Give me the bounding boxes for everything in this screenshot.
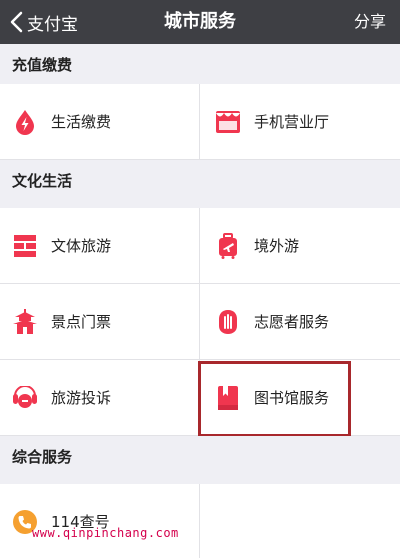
service-label: 志愿者服务 — [254, 313, 330, 331]
chevron-left-icon — [10, 11, 23, 33]
service-item-culture-tourism[interactable]: 文体旅游 — [0, 208, 200, 283]
service-row: 旅游投诉 图书馆服务 — [0, 360, 400, 436]
service-item-114-lookup[interactable]: 114查号 — [0, 484, 200, 558]
service-item-scenic-tickets[interactable]: 景点门票 — [0, 284, 200, 359]
service-label: 境外游 — [254, 237, 300, 255]
service-label: 图书馆服务 — [254, 389, 330, 407]
service-label: 景点门票 — [51, 313, 112, 331]
book-icon — [215, 385, 241, 411]
raised-hand-icon — [215, 309, 241, 335]
service-label: 手机营业厅 — [254, 113, 330, 131]
service-row: 生活缴费 手机营业厅 — [0, 84, 400, 160]
section-header-recharge: 充值缴费 — [0, 44, 400, 84]
share-button[interactable]: 分享 — [354, 0, 386, 44]
back-label: 支付宝 — [27, 14, 78, 35]
service-label: 旅游投诉 — [51, 389, 112, 407]
service-item-volunteer[interactable]: 志愿者服务 — [200, 284, 400, 359]
back-button[interactable]: 支付宝 — [10, 0, 78, 44]
drop-lightning-icon — [12, 109, 38, 135]
service-row: 景点门票 志愿者服务 — [0, 284, 400, 360]
service-item-travel-complaint[interactable]: 旅游投诉 — [0, 360, 200, 435]
luggage-plane-icon — [215, 232, 241, 259]
culture-tourism-icon — [12, 233, 38, 259]
service-row: 文体旅游 境外游 — [0, 208, 400, 284]
service-item-library[interactable]: 图书馆服务 — [200, 360, 400, 435]
service-label: 文体旅游 — [51, 237, 112, 255]
navbar: 支付宝 城市服务 分享 — [0, 0, 400, 44]
section-header-culture: 文化生活 — [0, 160, 400, 200]
complaint-icon — [12, 385, 38, 411]
storefront-icon — [215, 109, 241, 135]
service-item-life-payment[interactable]: 生活缴费 — [0, 84, 200, 159]
pagoda-icon — [12, 308, 38, 335]
service-row: 114查号 — [0, 484, 400, 558]
watermark: www.qinpinchang.com — [32, 526, 179, 540]
section-header-general: 综合服务 — [0, 436, 400, 476]
service-item-mobile-hall[interactable]: 手机营业厅 — [200, 84, 400, 159]
service-label: 生活缴费 — [51, 113, 112, 131]
service-item-outbound-travel[interactable]: 境外游 — [200, 208, 400, 283]
